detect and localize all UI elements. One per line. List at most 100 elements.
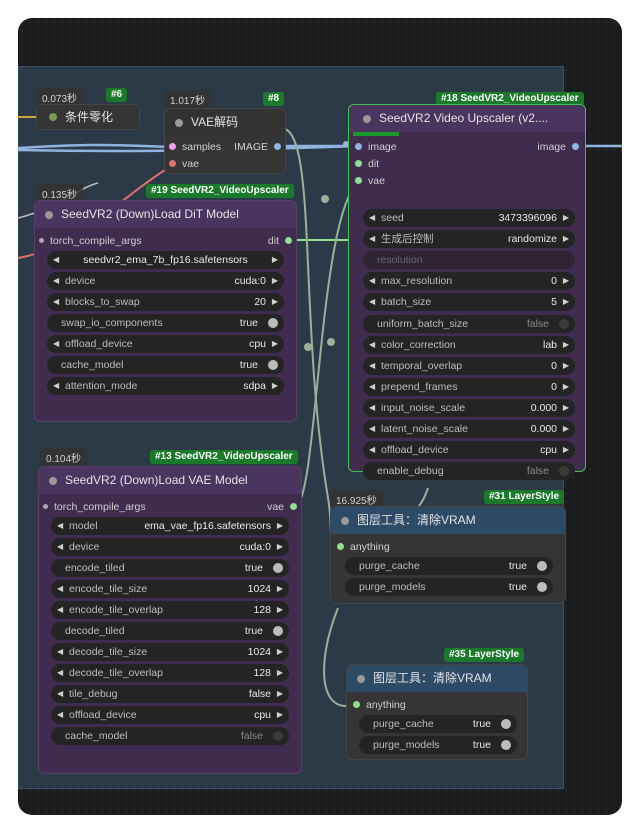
- increment-arrow-icon[interactable]: ▶: [563, 399, 569, 417]
- widget-attention-mode[interactable]: ◀ attention_mode sdpa ▶: [47, 377, 284, 395]
- decrement-arrow-icon[interactable]: ◀: [369, 209, 375, 227]
- increment-arrow-icon[interactable]: ▶: [277, 580, 283, 598]
- increment-arrow-icon[interactable]: ▶: [277, 517, 283, 535]
- widget-model-select[interactable]: ◀ seedvr2_ema_7b_fp16.safetensors ▶: [47, 251, 284, 269]
- decrement-arrow-icon[interactable]: ◀: [369, 230, 375, 248]
- increment-arrow-icon[interactable]: ▶: [277, 538, 283, 556]
- widget-device[interactable]: ◀ device cuda:0 ▶: [47, 272, 284, 290]
- node19-header[interactable]: SeedVR2 (Down)Load DiT Model: [35, 201, 296, 228]
- decrement-arrow-icon[interactable]: ◀: [53, 293, 59, 311]
- widget-model[interactable]: ◀ model ema_vae_fp16.safetensors ▶: [51, 517, 289, 535]
- node18-input-image[interactable]: image: [355, 139, 397, 155]
- increment-arrow-icon[interactable]: ▶: [563, 357, 569, 375]
- toggle-knob-icon[interactable]: [501, 719, 511, 729]
- increment-arrow-icon[interactable]: ▶: [277, 601, 283, 619]
- node35-collapse-icon[interactable]: [357, 675, 365, 683]
- node31-input-anything[interactable]: anything: [337, 539, 390, 555]
- node6-collapse-icon[interactable]: [49, 113, 57, 121]
- toggle-knob-icon[interactable]: [268, 318, 278, 328]
- anything-slot-icon[interactable]: [353, 700, 360, 708]
- increment-arrow-icon[interactable]: ▶: [563, 272, 569, 290]
- node35-clear-vram[interactable]: 图层工具：清除VRAM anything purge_cache true purg…: [346, 664, 528, 760]
- widget-temporal-overlap[interactable]: ◀ temporal_overlap 0 ▶: [363, 356, 575, 375]
- decrement-arrow-icon[interactable]: ◀: [369, 293, 375, 311]
- widget-enable-debug[interactable]: enable_debug false: [363, 462, 575, 481]
- node13-collapse-icon[interactable]: [49, 477, 57, 485]
- increment-arrow-icon[interactable]: ▶: [563, 336, 569, 354]
- toggle-knob-icon[interactable]: [537, 561, 547, 571]
- node19-output-dit[interactable]: dit: [268, 233, 292, 249]
- node13-load-vae-model[interactable]: SeedVR2 (Down)Load VAE Model torch_compi…: [38, 466, 302, 774]
- widget-max-resolution[interactable]: ◀ max_resolution 0 ▶: [363, 272, 575, 291]
- increment-arrow-icon[interactable]: ▶: [272, 335, 278, 353]
- decrement-arrow-icon[interactable]: ◀: [57, 580, 63, 598]
- image-slot-icon[interactable]: [572, 142, 579, 150]
- widget-purge-cache[interactable]: purge_cache true: [345, 557, 553, 575]
- dit-slot-icon[interactable]: [285, 236, 292, 244]
- node8-input-samples[interactable]: samples: [169, 139, 221, 155]
- increment-arrow-icon[interactable]: ▶: [563, 209, 569, 227]
- toggle-knob-icon[interactable]: [559, 466, 569, 477]
- decrement-arrow-icon[interactable]: ◀: [57, 685, 63, 703]
- decrement-arrow-icon[interactable]: ◀: [369, 420, 375, 438]
- toggle-knob-icon[interactable]: [268, 360, 278, 370]
- widget-cache-model[interactable]: cache_model true: [47, 356, 284, 374]
- increment-arrow-icon[interactable]: ▶: [277, 664, 283, 682]
- vae-slot-icon[interactable]: [290, 502, 297, 510]
- decrement-arrow-icon[interactable]: ◀: [53, 335, 59, 353]
- node8-output-image[interactable]: IMAGE: [234, 139, 281, 155]
- widget-decode-tile-size[interactable]: ◀ decode_tile_size 1024 ▶: [51, 643, 289, 661]
- increment-arrow-icon[interactable]: ▶: [277, 685, 283, 703]
- decrement-arrow-icon[interactable]: ◀: [57, 643, 63, 661]
- toggle-knob-icon[interactable]: [273, 563, 283, 573]
- image-slot-icon[interactable]: [274, 142, 281, 150]
- increment-arrow-icon[interactable]: ▶: [277, 643, 283, 661]
- increment-arrow-icon[interactable]: ▶: [563, 293, 569, 311]
- increment-arrow-icon[interactable]: ▶: [563, 420, 569, 438]
- decrement-arrow-icon[interactable]: ◀: [57, 538, 63, 556]
- node31-header[interactable]: 图层工具：清除VRAM: [331, 507, 565, 534]
- increment-arrow-icon[interactable]: ▶: [563, 230, 569, 248]
- widget-seed[interactable]: ◀ seed 3473396096 ▶: [363, 209, 575, 227]
- decrement-arrow-icon[interactable]: ◀: [369, 272, 375, 290]
- increment-arrow-icon[interactable]: ▶: [272, 272, 278, 290]
- widget-decode-tile-overlap[interactable]: ◀ decode_tile_overlap 128 ▶: [51, 664, 289, 682]
- torch-compile-slot-icon[interactable]: [39, 237, 44, 243]
- node19-input-torch-compile[interactable]: torch_compile_args: [39, 233, 142, 249]
- increment-arrow-icon[interactable]: ▶: [277, 706, 283, 724]
- node13-header[interactable]: SeedVR2 (Down)Load VAE Model: [39, 467, 301, 494]
- toggle-knob-icon[interactable]: [537, 582, 547, 592]
- increment-arrow-icon[interactable]: ▶: [272, 251, 278, 269]
- widget-decode-tiled[interactable]: decode_tiled true: [51, 622, 289, 640]
- dit-slot-icon[interactable]: [355, 159, 362, 167]
- widget-latent-noise-scale[interactable]: ◀ latent_noise_scale 0.000 ▶: [363, 420, 575, 438]
- widget-uniform-batch-size[interactable]: uniform_batch_size false: [363, 314, 575, 333]
- node18-video-upscaler[interactable]: SeedVR2 Video Upscaler (v2.... image dit…: [348, 104, 586, 481]
- widget-encode-tiled[interactable]: encode_tiled true: [51, 559, 289, 577]
- node35-input-anything[interactable]: anything: [353, 697, 406, 713]
- increment-arrow-icon[interactable]: ▶: [272, 293, 278, 311]
- widget-color-correction[interactable]: ◀ color_correction lab ▶: [363, 335, 575, 354]
- node6-conditioning-zero[interactable]: 条件零化: [36, 104, 140, 130]
- widget-offload-device[interactable]: ◀ offload_device cpu ▶: [51, 706, 289, 724]
- toggle-knob-icon[interactable]: [501, 740, 511, 750]
- node13-input-torch-compile[interactable]: torch_compile_args: [43, 499, 146, 515]
- widget-encode-tile-overlap[interactable]: ◀ encode_tile_overlap 128 ▶: [51, 601, 289, 619]
- node18-input-dit[interactable]: dit: [355, 156, 379, 172]
- decrement-arrow-icon[interactable]: ◀: [57, 601, 63, 619]
- decrement-arrow-icon[interactable]: ◀: [369, 357, 375, 375]
- decrement-arrow-icon[interactable]: ◀: [57, 664, 63, 682]
- node13-output-vae[interactable]: vae: [267, 499, 297, 515]
- decrement-arrow-icon[interactable]: ◀: [369, 336, 375, 354]
- anything-slot-icon[interactable]: [337, 542, 344, 550]
- widget-purge-models[interactable]: purge_models true: [359, 736, 517, 754]
- node6-header[interactable]: 条件零化: [37, 105, 139, 129]
- decrement-arrow-icon[interactable]: ◀: [57, 706, 63, 724]
- node31-clear-vram[interactable]: 图层工具：清除VRAM anything purge_cache true purg…: [330, 506, 566, 604]
- widget-offload-device[interactable]: ◀ offload_device cpu ▶: [47, 335, 284, 353]
- widget-offload-device[interactable]: ◀ offload_device cpu ▶: [363, 441, 575, 460]
- node19-load-dit-model[interactable]: SeedVR2 (Down)Load DiT Model torch_compi…: [34, 200, 297, 422]
- widget-purge-cache[interactable]: purge_cache true: [359, 715, 517, 733]
- vae-slot-icon[interactable]: [169, 159, 176, 167]
- decrement-arrow-icon[interactable]: ◀: [53, 272, 59, 290]
